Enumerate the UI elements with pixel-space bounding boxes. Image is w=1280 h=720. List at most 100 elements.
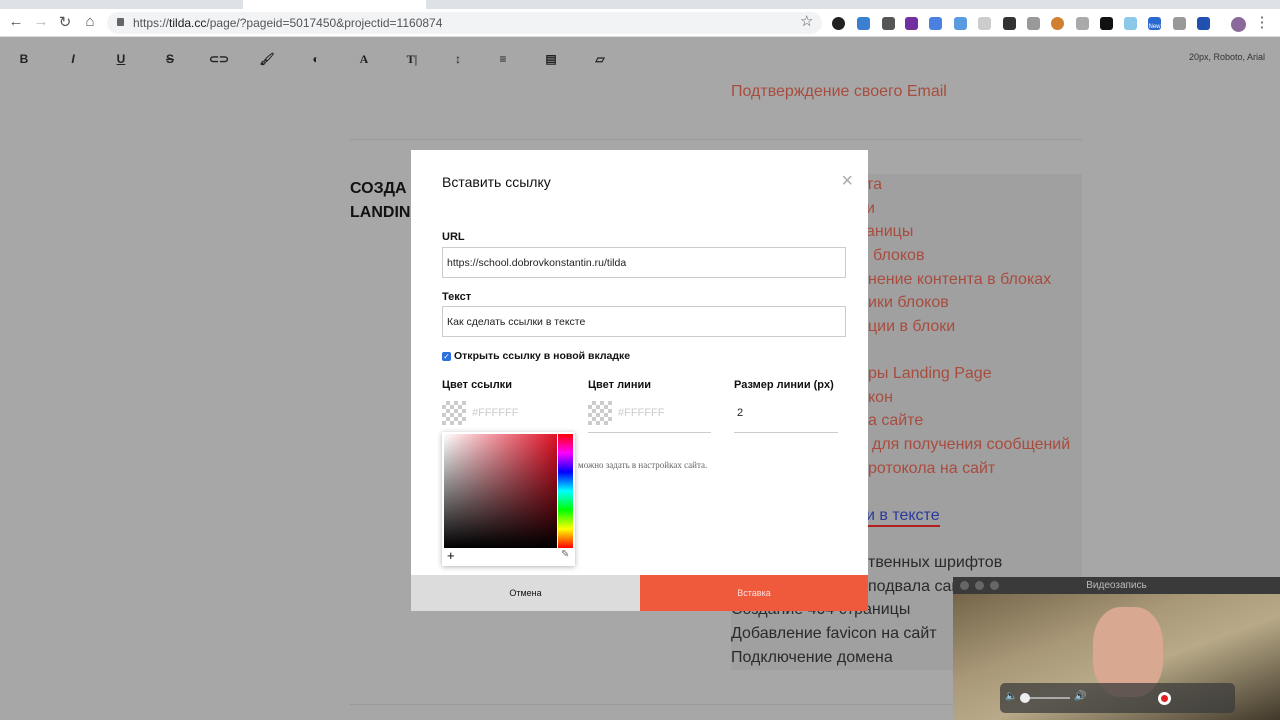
drive-extension-icon[interactable]	[1027, 17, 1040, 30]
cancel-button[interactable]: Отмена	[411, 575, 640, 611]
list-item[interactable]: ры Landing Page	[868, 365, 992, 383]
tab-active[interactable]	[243, 0, 426, 9]
url-host: tilda.cc	[169, 16, 207, 30]
underline	[588, 432, 711, 433]
link-text-field[interactable]: Как сделать ссылки в тексте	[442, 306, 846, 337]
insert-link-dialog: Вставить ссылку × URL https://school.dob…	[411, 150, 868, 611]
new-tab-checkbox[interactable]: ✓	[442, 352, 451, 361]
color-picker: + ✎	[442, 432, 575, 566]
video-recording-window: Видеозапись 🔈 🔊	[953, 577, 1280, 720]
link-color-input[interactable]: #FFFFFF	[472, 407, 518, 419]
dialog-title: Вставить ссылку	[442, 174, 551, 190]
add-color-icon[interactable]: +	[447, 548, 455, 563]
window-title: Видеозапись	[1086, 580, 1147, 591]
bold-button[interactable]: B	[14, 52, 34, 66]
page-link[interactable]: Подтверждение своего Email	[731, 83, 947, 101]
underline	[734, 432, 838, 433]
underline-button[interactable]: U	[111, 52, 131, 66]
insert-button[interactable]: Вставка	[640, 575, 868, 611]
camera-extension-icon[interactable]	[1173, 17, 1186, 30]
list-item[interactable]: ики блоков	[868, 294, 949, 312]
font-button[interactable]: A	[354, 52, 374, 67]
volume-slider[interactable]	[1020, 693, 1070, 703]
eyedropper-icon[interactable]: ✎	[561, 549, 569, 560]
list-item-current-link[interactable]: и в тексте	[866, 507, 940, 527]
list-item[interactable]: для получения сообщений	[872, 436, 1070, 454]
list-item[interactable]: ции в блоки	[868, 318, 955, 336]
record-button[interactable]	[1158, 692, 1171, 705]
extension-icon[interactable]	[1051, 17, 1064, 30]
recording-controls: 🔈 🔊	[1000, 683, 1235, 713]
extension-icon[interactable]	[1124, 17, 1137, 30]
hue-slider[interactable]	[558, 434, 573, 548]
zoom-window-button[interactable]	[990, 581, 999, 590]
address-bar-row: ← → ↻ ⌂ https://tilda.cc/page/?pageid=50…	[0, 9, 1280, 37]
home-icon[interactable]: ⌂	[80, 13, 100, 30]
volume-high-icon: 🔊	[1074, 691, 1087, 702]
list-item[interactable]: кон	[868, 389, 893, 407]
translate-extension-icon[interactable]	[929, 17, 942, 30]
line-height-button[interactable]: ↕	[448, 52, 468, 66]
line-size-label: Размер линии (px)	[734, 379, 834, 391]
list-item[interactable]: твенных шрифтов	[868, 554, 1002, 572]
line-color-input[interactable]: #FFFFFF	[618, 407, 664, 419]
strike-button[interactable]: S	[160, 52, 180, 66]
window-titlebar[interactable]: Видеозапись	[953, 577, 1280, 594]
onenote-extension-icon[interactable]	[905, 17, 918, 30]
extension-icon[interactable]	[832, 17, 845, 30]
link-color-swatch[interactable]	[442, 401, 466, 425]
minimize-window-button[interactable]	[975, 581, 984, 590]
eyedropper-extension-icon[interactable]	[882, 17, 895, 30]
list-item[interactable]: та	[866, 176, 882, 194]
link-button[interactable]: ⊂⊃	[209, 52, 229, 66]
italic-button[interactable]: I	[63, 52, 83, 66]
contrast-button[interactable]: ◐	[306, 52, 326, 66]
list-item[interactable]: нение контента в блоках	[868, 271, 1051, 289]
align-button[interactable]: ≡	[493, 52, 513, 66]
divider	[350, 139, 1082, 140]
line-color-swatch[interactable]	[588, 401, 612, 425]
new-tab-label: Открыть ссылку в новой вкладке	[454, 350, 631, 362]
url-input[interactable]: https://tilda.cc/page/?pageid=5017450&pr…	[107, 12, 822, 34]
list-item[interactable]: Подключение домена	[731, 649, 893, 667]
code-extension-icon[interactable]	[1076, 17, 1089, 30]
font-size-button[interactable]: T|	[402, 52, 422, 67]
section-heading: СОЗДА LANDIN	[350, 177, 410, 225]
list-item[interactable]: подвала сай	[868, 578, 960, 596]
clear-format-button[interactable]: ▱	[590, 52, 610, 66]
reload-icon[interactable]: ↻	[55, 13, 75, 31]
line-size-input[interactable]: 2	[737, 407, 743, 419]
url-label: URL	[442, 231, 465, 243]
extension-icon[interactable]	[978, 17, 991, 30]
settings-note: можно задать в настройках сайта.	[578, 460, 708, 470]
link-color-label: Цвет ссылки	[442, 379, 512, 391]
list-item[interactable]: аницы	[866, 223, 913, 241]
bookmark-star-icon[interactable]: ☆	[800, 12, 813, 30]
keep-extension-icon[interactable]	[1003, 17, 1016, 30]
forward-icon[interactable]: →	[31, 13, 51, 30]
profile-avatar[interactable]	[1231, 17, 1246, 32]
typography-button[interactable]: ▤	[541, 52, 561, 66]
menu-icon[interactable]: ⋮	[1252, 13, 1272, 31]
list-item[interactable]: а сайте	[868, 412, 923, 430]
line-color-label: Цвет линии	[588, 379, 651, 391]
brush-button[interactable]: 🖌	[257, 52, 277, 66]
extension-icon[interactable]	[954, 17, 967, 30]
new-extension-icon[interactable]: New	[1148, 17, 1161, 30]
volume-low-icon: 🔈	[1005, 691, 1018, 702]
extension-icon[interactable]	[1100, 17, 1113, 30]
extension-icon[interactable]	[857, 17, 870, 30]
extension-icon[interactable]	[1197, 17, 1210, 30]
close-icon[interactable]: ×	[841, 170, 853, 193]
list-item[interactable]: ротокола на сайт	[868, 460, 995, 478]
list-item[interactable]: Добавление favicon на сайт	[731, 625, 937, 643]
url-field[interactable]: https://school.dobrovkonstantin.ru/tilda	[442, 247, 846, 278]
saturation-value-area[interactable]	[444, 434, 557, 548]
lock-icon	[117, 18, 124, 26]
list-item[interactable]: блоков	[873, 247, 924, 265]
url-scheme: https://	[133, 16, 170, 30]
url-path: /page/?pageid=5017450&projectid=1160874	[206, 16, 443, 30]
tab-bar	[0, 0, 1280, 9]
back-icon[interactable]: ←	[6, 13, 26, 30]
close-window-button[interactable]	[960, 581, 969, 590]
